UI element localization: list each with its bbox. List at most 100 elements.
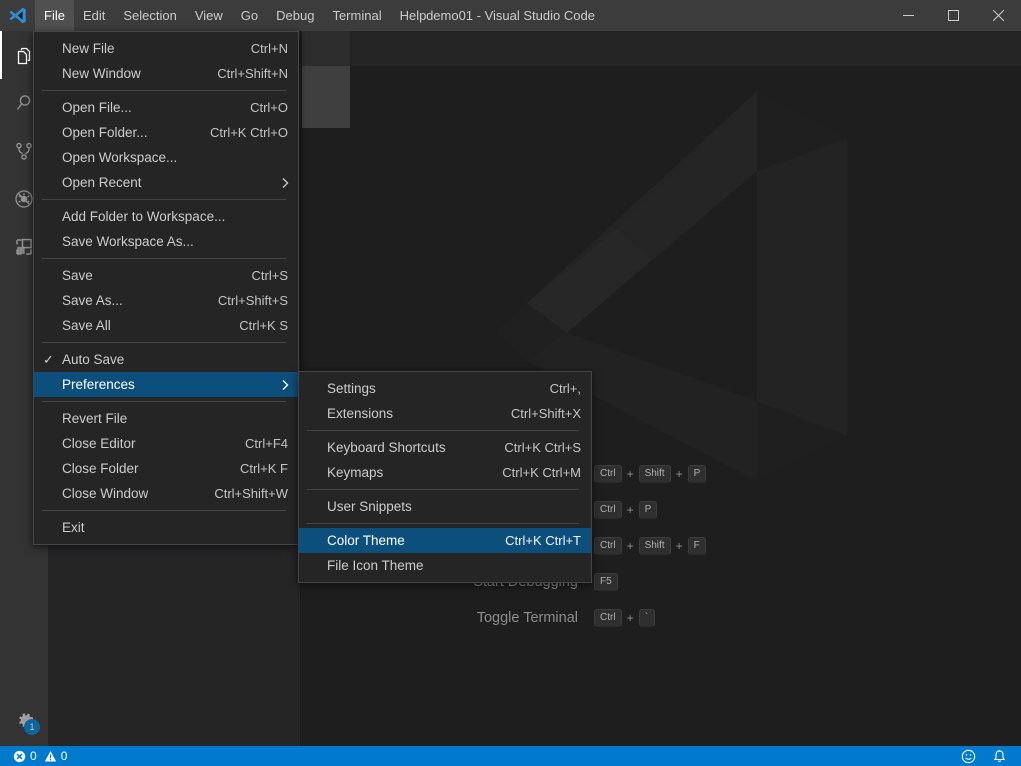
menubar-item-terminal[interactable]: Terminal (323, 0, 390, 31)
menu-item-save-all[interactable]: Save All Ctrl+K S (34, 313, 298, 338)
key-cap: F (687, 537, 706, 555)
menu-separator (42, 401, 286, 402)
feedback-button[interactable] (953, 746, 984, 766)
menu-item-label: Close Window (62, 486, 149, 501)
menu-item-keybind: Ctrl+K F (239, 461, 288, 476)
menu-separator (307, 430, 579, 431)
menu-item-close-folder[interactable]: Close Folder Ctrl+K F (34, 456, 298, 481)
welcome-shortcut-row: Toggle Terminal Ctrl + ` (304, 600, 804, 636)
menu-item-keyboard-shortcuts[interactable]: Keyboard Shortcuts Ctrl+K Ctrl+S (299, 435, 591, 460)
menu-item-color-theme[interactable]: Color Theme Ctrl+K Ctrl+T (299, 528, 591, 553)
title-bar: File Edit Selection View Go Debug Termin… (0, 0, 1021, 31)
menubar-item-selection[interactable]: Selection (114, 0, 185, 31)
error-circle-icon (13, 750, 26, 762)
menu-item-keybind: Ctrl+O (250, 100, 288, 115)
notifications-button[interactable] (984, 746, 1021, 766)
menu-item-open-recent[interactable]: Open Recent (34, 170, 298, 195)
menu-item-label: Revert File (62, 411, 128, 426)
menu-item-revert-file[interactable]: Revert File (34, 406, 298, 431)
menu-item-user-snippets[interactable]: User Snippets (299, 494, 591, 519)
menu-item-open-workspace[interactable]: Open Workspace... (34, 145, 298, 170)
key-plus: + (675, 539, 683, 553)
menu-item-label: Save Workspace As... (62, 234, 194, 249)
menu-item-new-window[interactable]: New Window Ctrl+Shift+N (34, 61, 298, 86)
menu-item-keybind: Ctrl+N (250, 41, 288, 56)
close-button[interactable] (976, 0, 1021, 31)
welcome-shortcut-keys: Ctrl + P (594, 501, 658, 519)
menu-item-label: Settings (327, 381, 376, 396)
menu-item-keybind: Ctrl+F4 (245, 436, 288, 451)
key-cap: Shift (638, 537, 671, 555)
menu-item-exit[interactable]: Exit (34, 515, 298, 540)
key-plus: + (675, 467, 683, 481)
menu-item-close-window[interactable]: Close Window Ctrl+Shift+W (34, 481, 298, 506)
menu-item-label: Save As... (62, 293, 123, 308)
menu-item-settings[interactable]: Settings Ctrl+, (299, 376, 591, 401)
menubar-item-go[interactable]: Go (232, 0, 267, 31)
checkmark-icon: ✓ (43, 351, 54, 367)
welcome-shortcut-keys: Ctrl + ` (594, 609, 655, 627)
menu-item-auto-save[interactable]: ✓ Auto Save (34, 347, 298, 372)
menu-item-close-editor[interactable]: Close Editor Ctrl+F4 (34, 431, 298, 456)
activity-item-settings[interactable]: 1 (0, 696, 48, 744)
menu-item-keybind: Ctrl+K Ctrl+T (505, 533, 581, 548)
menu-item-open-folder[interactable]: Open Folder... Ctrl+K Ctrl+O (34, 120, 298, 145)
menubar-item-help[interactable]: Help (391, 0, 436, 31)
warning-triangle-icon (44, 750, 56, 762)
menu-item-keymaps[interactable]: Keymaps Ctrl+K Ctrl+M (299, 460, 591, 485)
menu-item-file-icon-theme[interactable]: File Icon Theme (299, 553, 591, 578)
key-plus: + (626, 503, 634, 517)
menubar-item-edit[interactable]: Edit (74, 0, 114, 31)
menu-item-save-workspace-as[interactable]: Save Workspace As... (34, 229, 298, 254)
menu-item-label: Save (62, 268, 93, 283)
menu-item-new-file[interactable]: New File Ctrl+N (34, 36, 298, 61)
warning-count: 0 (60, 749, 68, 763)
menu-item-keybind: Ctrl+Shift+N (217, 66, 288, 81)
menubar-item-file[interactable]: File (35, 0, 74, 31)
menu-item-keybind: Ctrl+K Ctrl+O (209, 125, 288, 140)
chevron-right-icon (281, 177, 290, 189)
menu-item-label: File Icon Theme (327, 558, 424, 573)
key-plus: + (626, 467, 634, 481)
status-bar: 0 0 (0, 746, 1021, 766)
menu-item-add-folder-to-workspace[interactable]: Add Folder to Workspace... (34, 204, 298, 229)
menu-item-label: New File (62, 41, 115, 56)
key-cap: P (638, 501, 658, 519)
menu-item-keybind: Ctrl+Shift+W (214, 486, 288, 501)
menu-item-label: Keymaps (327, 465, 384, 480)
welcome-shortcut-keys: Ctrl + Shift + F (594, 537, 706, 555)
menu-item-open-file[interactable]: Open File... Ctrl+O (34, 95, 298, 120)
menubar-item-debug[interactable]: Debug (267, 0, 323, 31)
tab-placeholder (302, 31, 350, 66)
status-bar-right (953, 746, 1021, 766)
error-count: 0 (30, 749, 37, 763)
menu-item-keybind: Ctrl+K S (239, 318, 288, 333)
status-problems-button[interactable]: 0 0 (8, 746, 72, 766)
welcome-shortcut-label: Toggle Terminal (476, 610, 578, 626)
menu-item-save-as[interactable]: Save As... Ctrl+Shift+S (34, 288, 298, 313)
menu-item-label: Add Folder to Workspace... (62, 209, 226, 224)
maximize-button[interactable] (931, 0, 976, 31)
menu-separator (42, 510, 286, 511)
menu-separator (42, 199, 286, 200)
smiley-icon (961, 749, 976, 763)
active-editor-tab[interactable] (302, 66, 350, 128)
key-cap: F5 (594, 573, 618, 591)
menubar-item-view[interactable]: View (186, 0, 232, 31)
menu-item-label: Open Recent (62, 175, 142, 190)
menu-item-preferences[interactable]: Preferences (34, 372, 298, 397)
menu-item-save[interactable]: Save Ctrl+S (34, 263, 298, 288)
menu-item-label: Open Workspace... (62, 150, 178, 165)
key-cap: Ctrl (594, 537, 622, 555)
menu-item-keybind: Ctrl+Shift+X (510, 406, 581, 421)
menu-item-keybind: Ctrl+, (549, 381, 581, 396)
menu-item-label: Color Theme (327, 533, 405, 548)
minimize-button[interactable] (886, 0, 931, 31)
menu-item-label: Preferences (62, 377, 135, 392)
bell-icon (993, 749, 1006, 762)
file-menu: New File Ctrl+N New Window Ctrl+Shift+N … (33, 31, 299, 545)
menu-item-label: Exit (62, 520, 85, 535)
menu-item-extensions[interactable]: Extensions Ctrl+Shift+X (299, 401, 591, 426)
menu-separator (42, 90, 286, 91)
welcome-shortcut-keys: Ctrl + Shift + P (594, 465, 707, 483)
